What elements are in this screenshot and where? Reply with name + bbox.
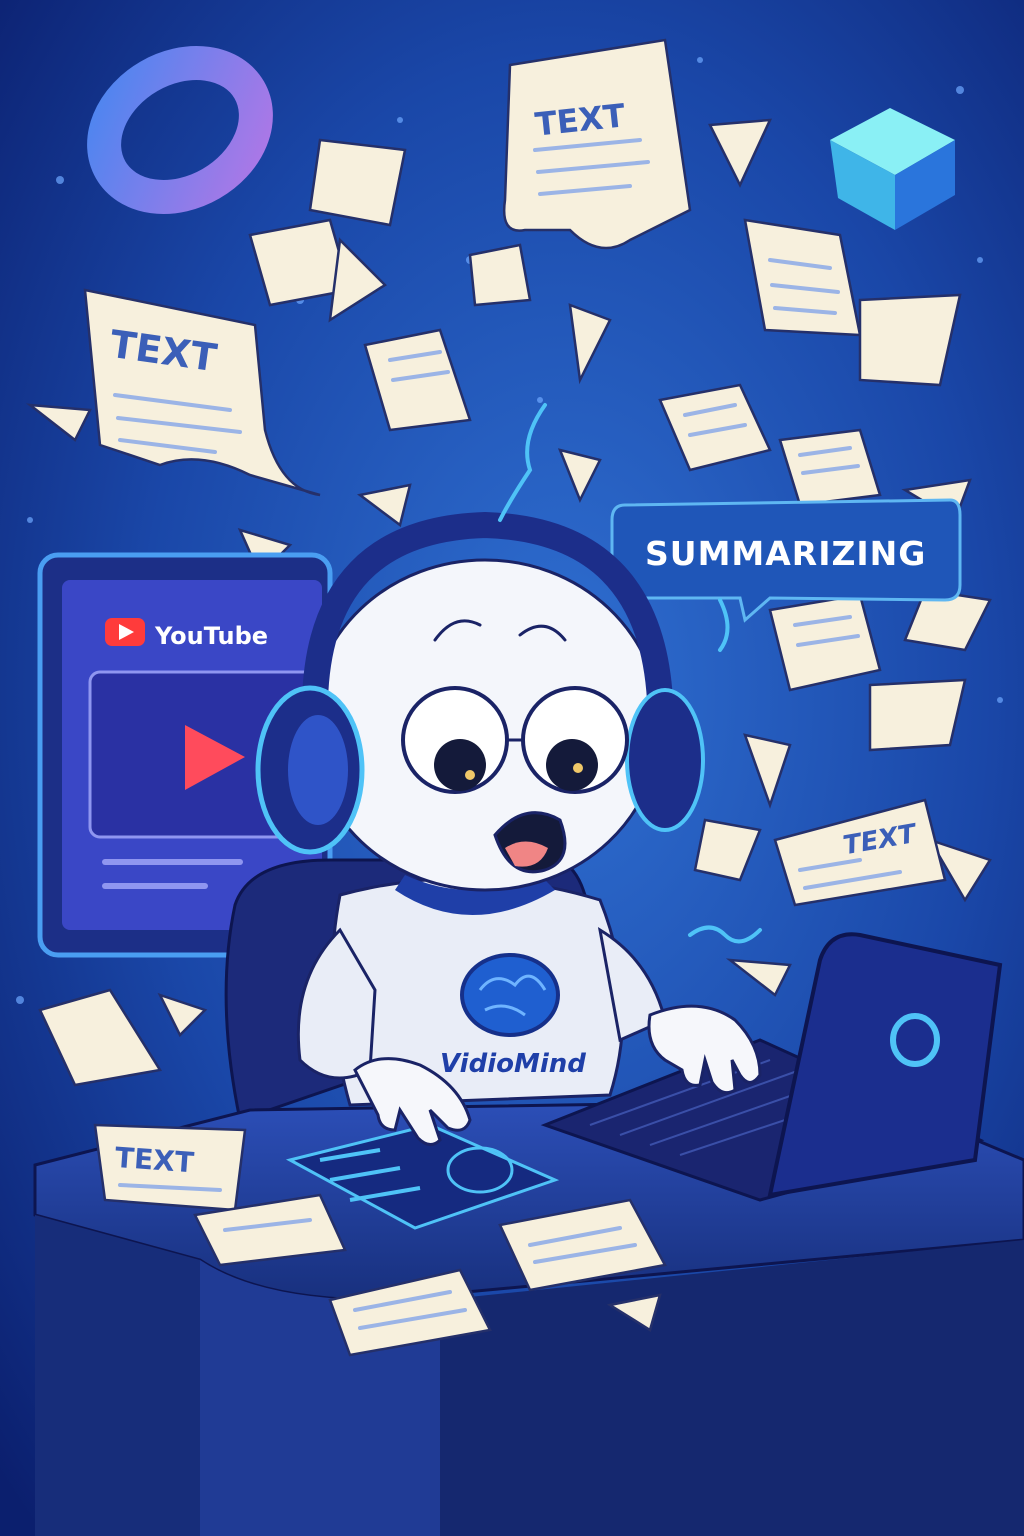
headphone-right-icon <box>625 688 705 832</box>
shirt-brand-label: VidioMind <box>440 1049 586 1079</box>
illustration-scene: TEXT TEXT TEXT SUMMARIZING YouTube TEXT … <box>0 0 1024 1536</box>
text-paper-top: TEXT <box>502 38 692 250</box>
youtube-brand-label: YouTube <box>154 622 268 650</box>
desk-text-paper-label: TEXT <box>114 1141 195 1179</box>
brain-logo-icon <box>460 953 560 1037</box>
speech-bubble-label: SUMMARIZING <box>645 534 926 573</box>
